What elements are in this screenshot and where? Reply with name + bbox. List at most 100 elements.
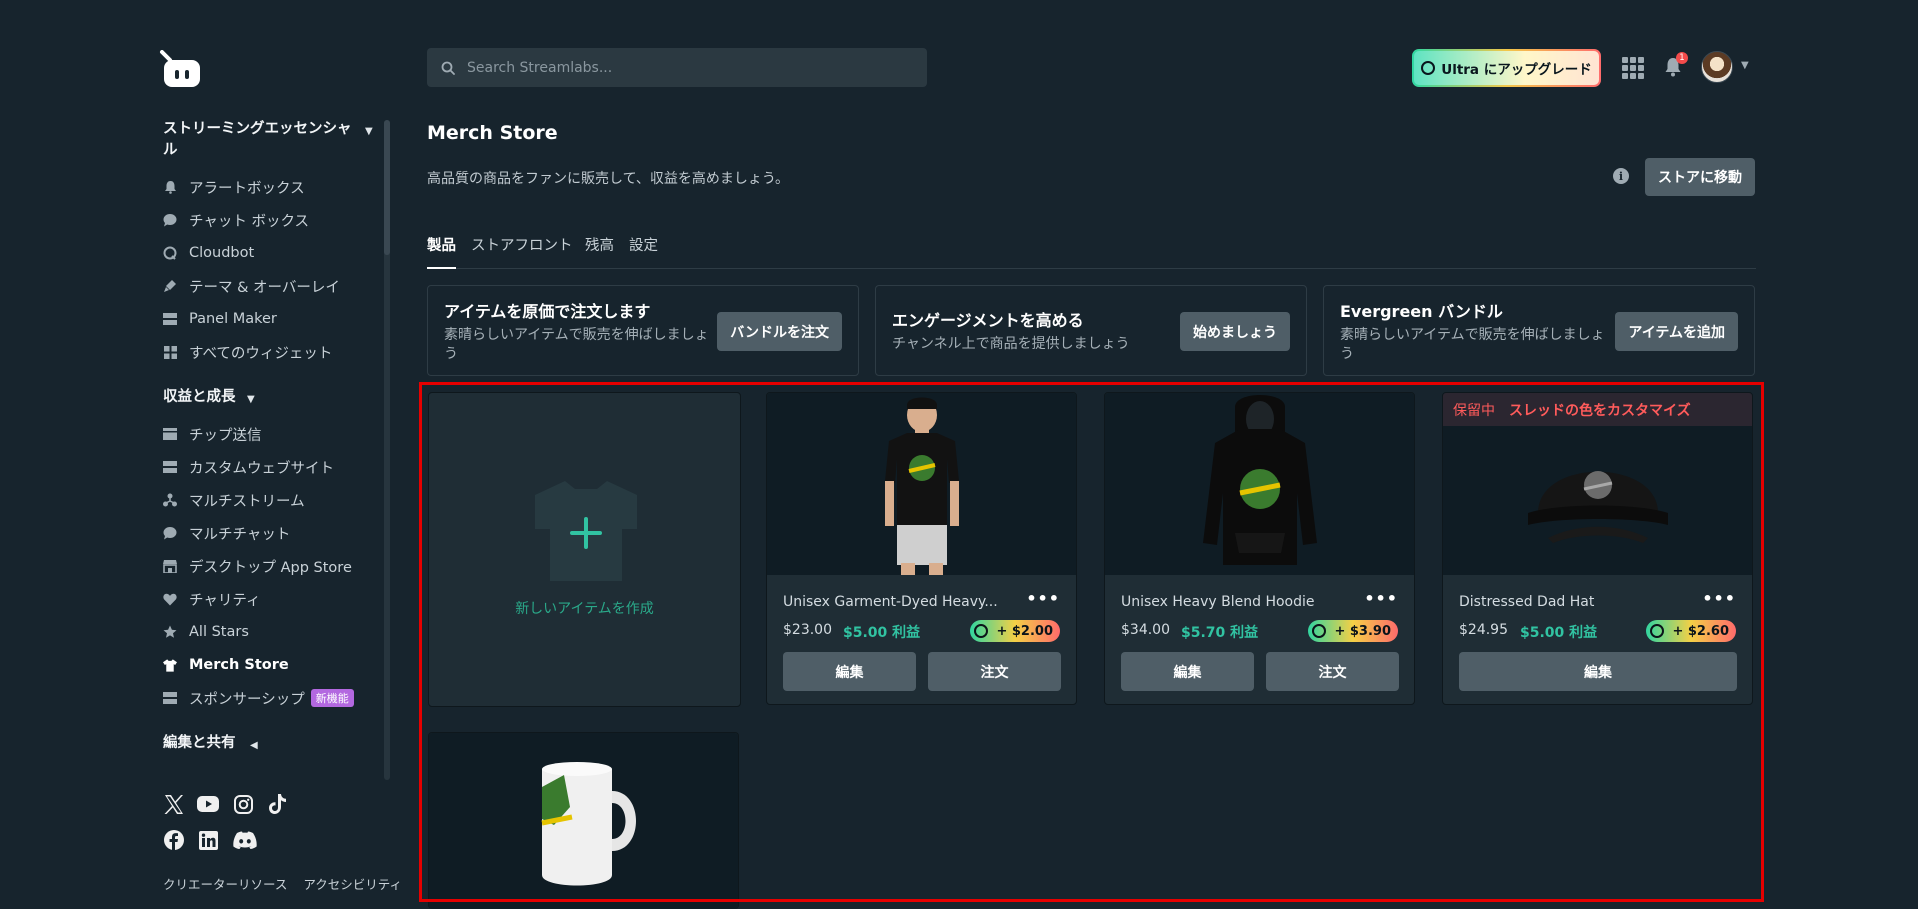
sidebar-item-label: マルチチャット [189,526,291,543]
multistream-icon [163,493,177,507]
sidebar-item-label: マルチストリーム [189,493,305,510]
accessibility-link[interactable]: アクセシビリティ [303,877,402,892]
page-title: Merch Store [427,122,558,144]
sidebar-item-tips[interactable]: チップ送信 [163,423,262,445]
sidebar-item-label: チャット ボックス [189,213,310,230]
search-icon [441,61,455,75]
tshirt-icon [163,658,177,672]
sidebar-item-label: チャリティ [189,592,261,609]
order-bundle-button[interactable]: バンドルを注文 [717,312,842,351]
star-icon [163,625,177,639]
sidebar-item-label: Cloudbot [189,245,255,261]
info-icon[interactable]: i [1613,168,1629,184]
chat-bubble-icon [163,213,177,227]
user-avatar[interactable] [1701,51,1733,83]
facebook-icon[interactable] [163,829,185,851]
paint-icon [163,279,177,293]
website-icon [163,460,177,474]
promo-card-evergreen-bundle: Evergreen バンドル 素晴らしいアイテムで販売を伸ばしましょう アイテム… [1323,285,1755,376]
sidebar-item-label: All Stars [189,624,249,640]
get-started-button[interactable]: 始めましょう [1180,312,1290,351]
sidebar-item-all-stars[interactable]: All Stars [163,621,249,643]
section-monetization[interactable]: 収益と成長 ▼ [163,387,255,408]
promo-card-engagement: エンゲージメントを高める チャンネル上で商品を提供しましょう 始めましょう [875,285,1307,376]
multichat-icon [163,526,177,540]
add-item-button[interactable]: アイテムを追加 [1615,312,1738,351]
promo-subtitle: 素晴らしいアイテムで販売を伸ばしましょう [1340,327,1605,362]
tab-settings[interactable]: 設定 [629,234,658,269]
promo-card-order-at-cost: アイテムを原価で注文します 素晴らしいアイテムで販売を伸ばしましょう バンドルを… [427,285,859,376]
tab-balance[interactable]: 残高 [585,234,614,269]
sidebar-item-label: アラートボックス [189,180,305,197]
promo-title: エンゲージメントを高める [892,311,1084,330]
promo-title: アイテムを原価で注文します [444,302,651,321]
sidebar-item-label: デスクトップ App Store [189,559,352,576]
sidebar: ストリーミングエッセンシャル ▼ アラートボックス チャット ボックス Clou… [0,0,402,909]
search-bar[interactable] [427,48,927,87]
sidebar-item-cloudbot[interactable]: Cloudbot [163,242,254,264]
bell-icon [163,180,177,194]
sidebar-footer-links: クリエーターリソース アクセシビリティ [163,874,418,893]
chevron-down-icon[interactable]: ▼ [1741,60,1749,71]
ultra-logo-icon [1421,61,1436,75]
apps-grid-icon[interactable] [1622,57,1644,79]
sidebar-item-merch-store[interactable]: Merch Store [163,654,289,676]
sidebar-item-label: Merch Store [189,657,289,673]
selection-highlight-box [419,382,1764,902]
sidebar-item-label: Panel Maker [189,311,277,327]
widgets-grid-icon [163,345,177,359]
sidebar-item-label: スポンサーシップ [189,691,305,708]
ultra-upgrade-label: Ultra にアップグレード [1441,62,1592,78]
sidebar-item-multistream[interactable]: マルチストリーム [163,489,305,511]
sidebar-item-label: カスタムウェブサイト [189,460,334,477]
search-input[interactable] [467,59,887,76]
sidebar-item-multichat[interactable]: マルチチャット [163,522,290,544]
tab-products[interactable]: 製品 [427,234,456,269]
sidebar-scrollbar[interactable] [384,120,390,780]
store-icon [163,559,177,573]
page-scrollbar-track[interactable] [1904,0,1918,800]
tab-storefront[interactable]: ストアフロント [471,234,573,269]
sidebar-item-sponsorship[interactable]: スポンサーシップ 新機能 [163,687,354,709]
new-feature-badge: 新機能 [310,689,354,707]
discord-icon[interactable] [232,829,258,851]
panel-icon [163,312,177,326]
section-title: 編集と共有 [163,735,236,751]
heart-icon [163,592,177,606]
sidebar-item-custom-website[interactable]: カスタムウェブサイト [163,456,334,478]
youtube-icon[interactable] [197,793,219,815]
promo-subtitle: 素晴らしいアイテムで販売を伸ばしましょう [444,327,709,362]
go-to-store-button[interactable]: ストアに移動 [1645,158,1755,196]
page-description: 高品質の商品をファンに販売して、収益を高めましょう。 [427,171,790,187]
notification-count-badge: 1 [1676,52,1688,64]
ultra-upgrade-button[interactable]: Ultra にアップグレード [1412,49,1601,87]
cloudbot-icon [163,246,177,260]
sponsorship-icon [163,691,177,705]
sidebar-item-chat-box[interactable]: チャット ボックス [163,209,309,231]
section-streaming-essentials[interactable]: ストリーミングエッセンシャル ▼ [163,119,373,161]
sidebar-item-themes-overlays[interactable]: テーマ & オーバーレイ [163,275,340,297]
sidebar-item-all-widgets[interactable]: すべてのウィジェット [163,341,332,363]
sidebar-item-label: テーマ & オーバーレイ [189,279,340,296]
sidebar-item-label: チップ送信 [189,427,262,444]
sidebar-item-charity[interactable]: チャリティ [163,588,261,610]
creator-resources-link[interactable]: クリエーターリソース [163,877,287,892]
tab-bar: 製品 ストアフロント 残高 設定 [427,234,1756,269]
promo-title: Evergreen バンドル [1340,302,1503,321]
sidebar-item-app-store[interactable]: デスクトップ App Store [163,555,352,577]
caret-left-icon: ◀ [250,740,258,751]
tiktok-icon[interactable] [266,793,288,815]
x-twitter-icon[interactable] [163,793,185,815]
linkedin-icon[interactable] [197,829,219,851]
tip-icon [163,427,177,441]
promo-subtitle: チャンネル上で商品を提供しましょう [892,336,1130,352]
streamlabs-logo[interactable] [158,50,202,88]
sidebar-item-label: すべてのウィジェット [189,345,333,362]
sidebar-item-panel-maker[interactable]: Panel Maker [163,308,277,330]
instagram-icon[interactable] [232,793,254,815]
sidebar-item-alert-box[interactable]: アラートボックス [163,176,305,198]
caret-down-icon: ▼ [365,126,373,137]
caret-down-icon: ▼ [247,394,255,405]
section-title: 収益と成長 [163,389,236,405]
section-edit-share[interactable]: 編集と共有 ◀ [163,733,258,754]
